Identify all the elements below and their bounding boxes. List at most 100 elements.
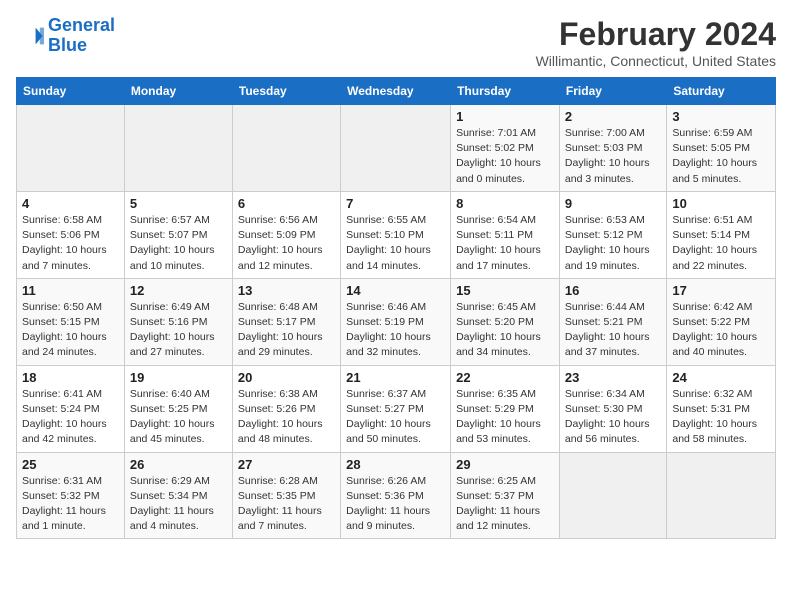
day-info: Sunrise: 6:26 AM Sunset: 5:36 PM Dayligh… xyxy=(346,474,445,535)
day-info: Sunrise: 6:44 AM Sunset: 5:21 PM Dayligh… xyxy=(565,300,661,361)
day-info: Sunrise: 7:00 AM Sunset: 5:03 PM Dayligh… xyxy=(565,126,661,187)
day-number: 9 xyxy=(565,196,661,211)
day-number: 12 xyxy=(130,283,227,298)
day-number: 17 xyxy=(672,283,770,298)
calendar-week-row: 18 Sunrise: 6:41 AM Sunset: 5:24 PM Dayli… xyxy=(17,365,776,452)
day-number: 28 xyxy=(346,457,445,472)
calendar-cell xyxy=(124,105,232,192)
calendar-cell: 22 Sunrise: 6:35 AM Sunset: 5:29 PM Dayli… xyxy=(451,365,560,452)
day-info: Sunrise: 6:54 AM Sunset: 5:11 PM Dayligh… xyxy=(456,213,554,274)
day-number: 11 xyxy=(22,283,119,298)
calendar-week-row: 4 Sunrise: 6:58 AM Sunset: 5:06 PM Daylig… xyxy=(17,191,776,278)
calendar-cell: 1 Sunrise: 7:01 AM Sunset: 5:02 PM Daylig… xyxy=(451,105,560,192)
location: Willimantic, Connecticut, United States xyxy=(536,53,776,69)
day-info: Sunrise: 6:58 AM Sunset: 5:06 PM Dayligh… xyxy=(22,213,119,274)
day-info: Sunrise: 6:40 AM Sunset: 5:25 PM Dayligh… xyxy=(130,387,227,448)
day-info: Sunrise: 6:51 AM Sunset: 5:14 PM Dayligh… xyxy=(672,213,770,274)
calendar-table: SundayMondayTuesdayWednesdayThursdayFrid… xyxy=(16,77,776,539)
logo-icon xyxy=(16,22,44,50)
calendar-cell: 11 Sunrise: 6:50 AM Sunset: 5:15 PM Dayli… xyxy=(17,278,125,365)
weekday-header-cell: Sunday xyxy=(17,78,125,105)
calendar-cell: 4 Sunrise: 6:58 AM Sunset: 5:06 PM Daylig… xyxy=(17,191,125,278)
day-info: Sunrise: 6:57 AM Sunset: 5:07 PM Dayligh… xyxy=(130,213,227,274)
calendar-cell: 2 Sunrise: 7:00 AM Sunset: 5:03 PM Daylig… xyxy=(559,105,666,192)
weekday-header-cell: Tuesday xyxy=(232,78,340,105)
calendar-cell: 10Sunrise: 6:51 AM Sunset: 5:14 PM Dayli… xyxy=(667,191,776,278)
calendar-cell xyxy=(341,105,451,192)
day-number: 23 xyxy=(565,370,661,385)
weekday-header-cell: Thursday xyxy=(451,78,560,105)
calendar-cell: 17 Sunrise: 6:42 AM Sunset: 5:22 PM Dayli… xyxy=(667,278,776,365)
day-info: Sunrise: 6:25 AM Sunset: 5:37 PM Dayligh… xyxy=(456,474,554,535)
day-info: Sunrise: 6:45 AM Sunset: 5:20 PM Dayligh… xyxy=(456,300,554,361)
day-info: Sunrise: 6:31 AM Sunset: 5:32 PM Dayligh… xyxy=(22,474,119,535)
weekday-header-row: SundayMondayTuesdayWednesdayThursdayFrid… xyxy=(17,78,776,105)
calendar-cell: 15 Sunrise: 6:45 AM Sunset: 5:20 PM Dayli… xyxy=(451,278,560,365)
day-number: 26 xyxy=(130,457,227,472)
day-number: 2 xyxy=(565,109,661,124)
weekday-header-cell: Monday xyxy=(124,78,232,105)
day-number: 21 xyxy=(346,370,445,385)
day-number: 16 xyxy=(565,283,661,298)
day-number: 6 xyxy=(238,196,335,211)
day-info: Sunrise: 6:53 AM Sunset: 5:12 PM Dayligh… xyxy=(565,213,661,274)
logo-text: General Blue xyxy=(48,16,115,56)
day-number: 8 xyxy=(456,196,554,211)
calendar-cell: 29 Sunrise: 6:25 AM Sunset: 5:37 PM Dayli… xyxy=(451,452,560,539)
day-info: Sunrise: 6:37 AM Sunset: 5:27 PM Dayligh… xyxy=(346,387,445,448)
calendar-cell: 6 Sunrise: 6:56 AM Sunset: 5:09 PM Daylig… xyxy=(232,191,340,278)
day-number: 3 xyxy=(672,109,770,124)
day-number: 27 xyxy=(238,457,335,472)
logo: General Blue xyxy=(16,16,115,56)
calendar-cell xyxy=(232,105,340,192)
calendar-cell: 5Sunrise: 6:57 AM Sunset: 5:07 PM Daylig… xyxy=(124,191,232,278)
day-number: 4 xyxy=(22,196,119,211)
day-info: Sunrise: 6:41 AM Sunset: 5:24 PM Dayligh… xyxy=(22,387,119,448)
calendar-cell: 26 Sunrise: 6:29 AM Sunset: 5:34 PM Dayli… xyxy=(124,452,232,539)
day-info: Sunrise: 6:32 AM Sunset: 5:31 PM Dayligh… xyxy=(672,387,770,448)
day-info: Sunrise: 6:35 AM Sunset: 5:29 PM Dayligh… xyxy=(456,387,554,448)
day-info: Sunrise: 6:34 AM Sunset: 5:30 PM Dayligh… xyxy=(565,387,661,448)
page-header: General Blue February 2024 Willimantic, … xyxy=(16,16,776,69)
calendar-cell: 3Sunrise: 6:59 AM Sunset: 5:05 PM Daylig… xyxy=(667,105,776,192)
calendar-body: 1 Sunrise: 7:01 AM Sunset: 5:02 PM Daylig… xyxy=(17,105,776,539)
calendar-cell: 8 Sunrise: 6:54 AM Sunset: 5:11 PM Daylig… xyxy=(451,191,560,278)
day-info: Sunrise: 6:56 AM Sunset: 5:09 PM Dayligh… xyxy=(238,213,335,274)
day-number: 14 xyxy=(346,283,445,298)
calendar-cell: 21 Sunrise: 6:37 AM Sunset: 5:27 PM Dayli… xyxy=(341,365,451,452)
weekday-header-cell: Wednesday xyxy=(341,78,451,105)
calendar-cell: 18 Sunrise: 6:41 AM Sunset: 5:24 PM Dayli… xyxy=(17,365,125,452)
day-number: 13 xyxy=(238,283,335,298)
day-info: Sunrise: 6:50 AM Sunset: 5:15 PM Dayligh… xyxy=(22,300,119,361)
day-number: 1 xyxy=(456,109,554,124)
calendar-cell: 27 Sunrise: 6:28 AM Sunset: 5:35 PM Dayli… xyxy=(232,452,340,539)
month-title: February 2024 xyxy=(536,16,776,53)
day-number: 20 xyxy=(238,370,335,385)
day-number: 25 xyxy=(22,457,119,472)
day-info: Sunrise: 6:48 AM Sunset: 5:17 PM Dayligh… xyxy=(238,300,335,361)
calendar-cell xyxy=(559,452,666,539)
weekday-header-cell: Friday xyxy=(559,78,666,105)
calendar-cell xyxy=(17,105,125,192)
day-info: Sunrise: 6:29 AM Sunset: 5:34 PM Dayligh… xyxy=(130,474,227,535)
day-number: 29 xyxy=(456,457,554,472)
calendar-cell: 9 Sunrise: 6:53 AM Sunset: 5:12 PM Daylig… xyxy=(559,191,666,278)
day-number: 7 xyxy=(346,196,445,211)
day-info: Sunrise: 6:28 AM Sunset: 5:35 PM Dayligh… xyxy=(238,474,335,535)
calendar-cell: 16 Sunrise: 6:44 AM Sunset: 5:21 PM Dayli… xyxy=(559,278,666,365)
calendar-cell: 19Sunrise: 6:40 AM Sunset: 5:25 PM Dayli… xyxy=(124,365,232,452)
day-number: 22 xyxy=(456,370,554,385)
calendar-cell: 28 Sunrise: 6:26 AM Sunset: 5:36 PM Dayli… xyxy=(341,452,451,539)
title-block: February 2024 Willimantic, Connecticut, … xyxy=(536,16,776,69)
day-number: 18 xyxy=(22,370,119,385)
calendar-cell xyxy=(667,452,776,539)
calendar-cell: 13 Sunrise: 6:48 AM Sunset: 5:17 PM Dayli… xyxy=(232,278,340,365)
day-info: Sunrise: 6:49 AM Sunset: 5:16 PM Dayligh… xyxy=(130,300,227,361)
day-info: Sunrise: 6:46 AM Sunset: 5:19 PM Dayligh… xyxy=(346,300,445,361)
weekday-header-cell: Saturday xyxy=(667,78,776,105)
calendar-cell: 14 Sunrise: 6:46 AM Sunset: 5:19 PM Dayli… xyxy=(341,278,451,365)
day-number: 15 xyxy=(456,283,554,298)
day-info: Sunrise: 7:01 AM Sunset: 5:02 PM Dayligh… xyxy=(456,126,554,187)
calendar-week-row: 25 Sunrise: 6:31 AM Sunset: 5:32 PM Dayli… xyxy=(17,452,776,539)
day-info: Sunrise: 6:42 AM Sunset: 5:22 PM Dayligh… xyxy=(672,300,770,361)
